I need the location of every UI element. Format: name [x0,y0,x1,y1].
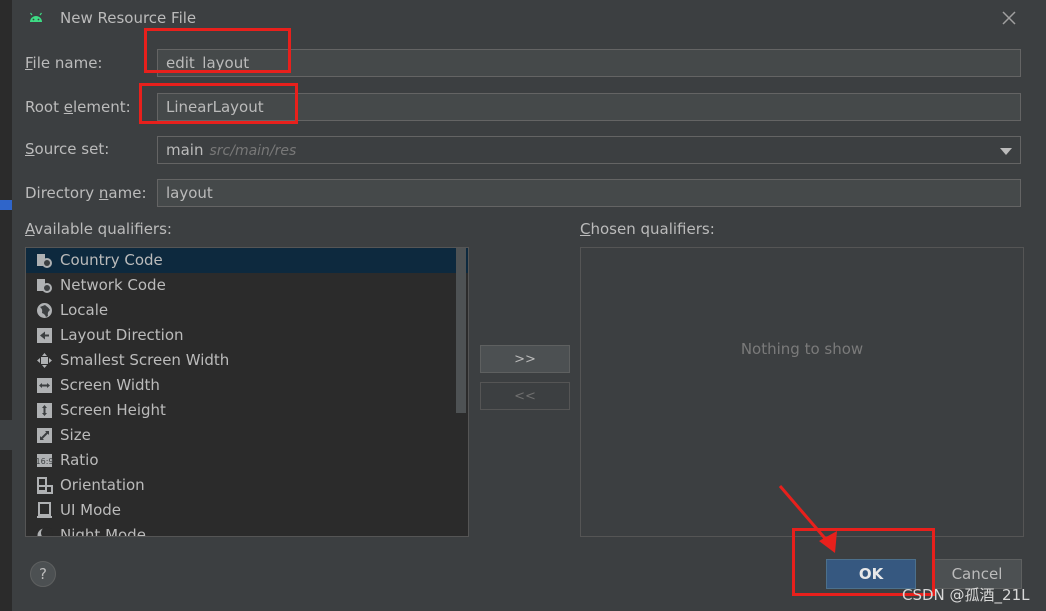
root-element-label: Root element: [25,98,131,116]
list-item[interactable]: UI Mode [26,498,468,523]
globe-icon [37,303,52,318]
empty-list-message: Nothing to show [740,340,864,358]
screen-height-icon [37,403,52,418]
ide-background [0,0,12,611]
list-item[interactable]: Country Code [26,248,468,273]
list-item[interactable]: Screen Width [26,373,468,398]
chevron-down-icon[interactable] [1000,148,1012,155]
country-code-icon [37,254,52,268]
remove-qualifier-button[interactable]: << [480,382,570,410]
watermark: CSDN @孤酒_21L [902,586,1030,604]
svg-text:16:9: 16:9 [36,457,53,466]
orientation-icon [37,477,53,494]
list-item[interactable]: Night Mode [26,523,468,536]
source-set-value: main [166,141,204,159]
annotation-arrow-icon [778,485,837,553]
smallest-width-icon [37,353,52,368]
ratio-icon: 16:9 [36,454,53,467]
ui-mode-icon [37,502,52,518]
night-mode-icon [37,527,53,536]
annotation-box-file-name [144,28,291,73]
directory-name-field[interactable] [157,179,1021,207]
source-set-label: Source set: [25,140,110,158]
directory-name-label: Directory name: [25,184,147,202]
list-item[interactable]: Orientation [26,473,468,498]
list-item[interactable]: Size [26,423,468,448]
android-icon [30,12,42,22]
screen-width-icon [37,378,52,393]
file-name-input[interactable] [166,50,1020,76]
source-set-hint: src/main/res [209,143,297,159]
list-item[interactable]: Screen Height [26,398,468,423]
annotation-box-root-element [139,83,298,124]
dialog-title: New Resource File [60,9,197,27]
size-icon [37,428,52,443]
scrollbar[interactable] [456,248,466,413]
file-name-label: File name: [25,54,103,72]
network-code-icon [37,279,52,293]
ide-strip [0,0,12,200]
ide-strip-accent [0,200,12,210]
list-item[interactable]: Network Code [26,273,468,298]
new-resource-file-dialog: New Resource File File name: Root elemen… [12,0,1046,611]
source-set-select[interactable]: main src/main/res [157,136,1021,164]
directory-name-input[interactable] [166,180,1020,206]
list-item[interactable]: 16:9 Ratio [26,448,468,473]
chosen-qualifiers-label: Chosen qualifiers: [580,220,715,238]
available-qualifiers-label: Available qualifiers: [25,220,172,238]
list-item[interactable]: Locale [26,298,468,323]
close-icon[interactable] [1000,9,1018,27]
available-qualifiers-list[interactable]: Country Code Network Code Locale Layout … [25,247,469,537]
help-button[interactable]: ? [30,561,56,587]
list-item[interactable]: Layout Direction [26,323,468,348]
add-qualifier-button[interactable]: >> [480,345,570,373]
list-item[interactable]: Smallest Screen Width [26,348,468,373]
layout-direction-icon [37,328,52,343]
ide-strip [0,420,12,450]
